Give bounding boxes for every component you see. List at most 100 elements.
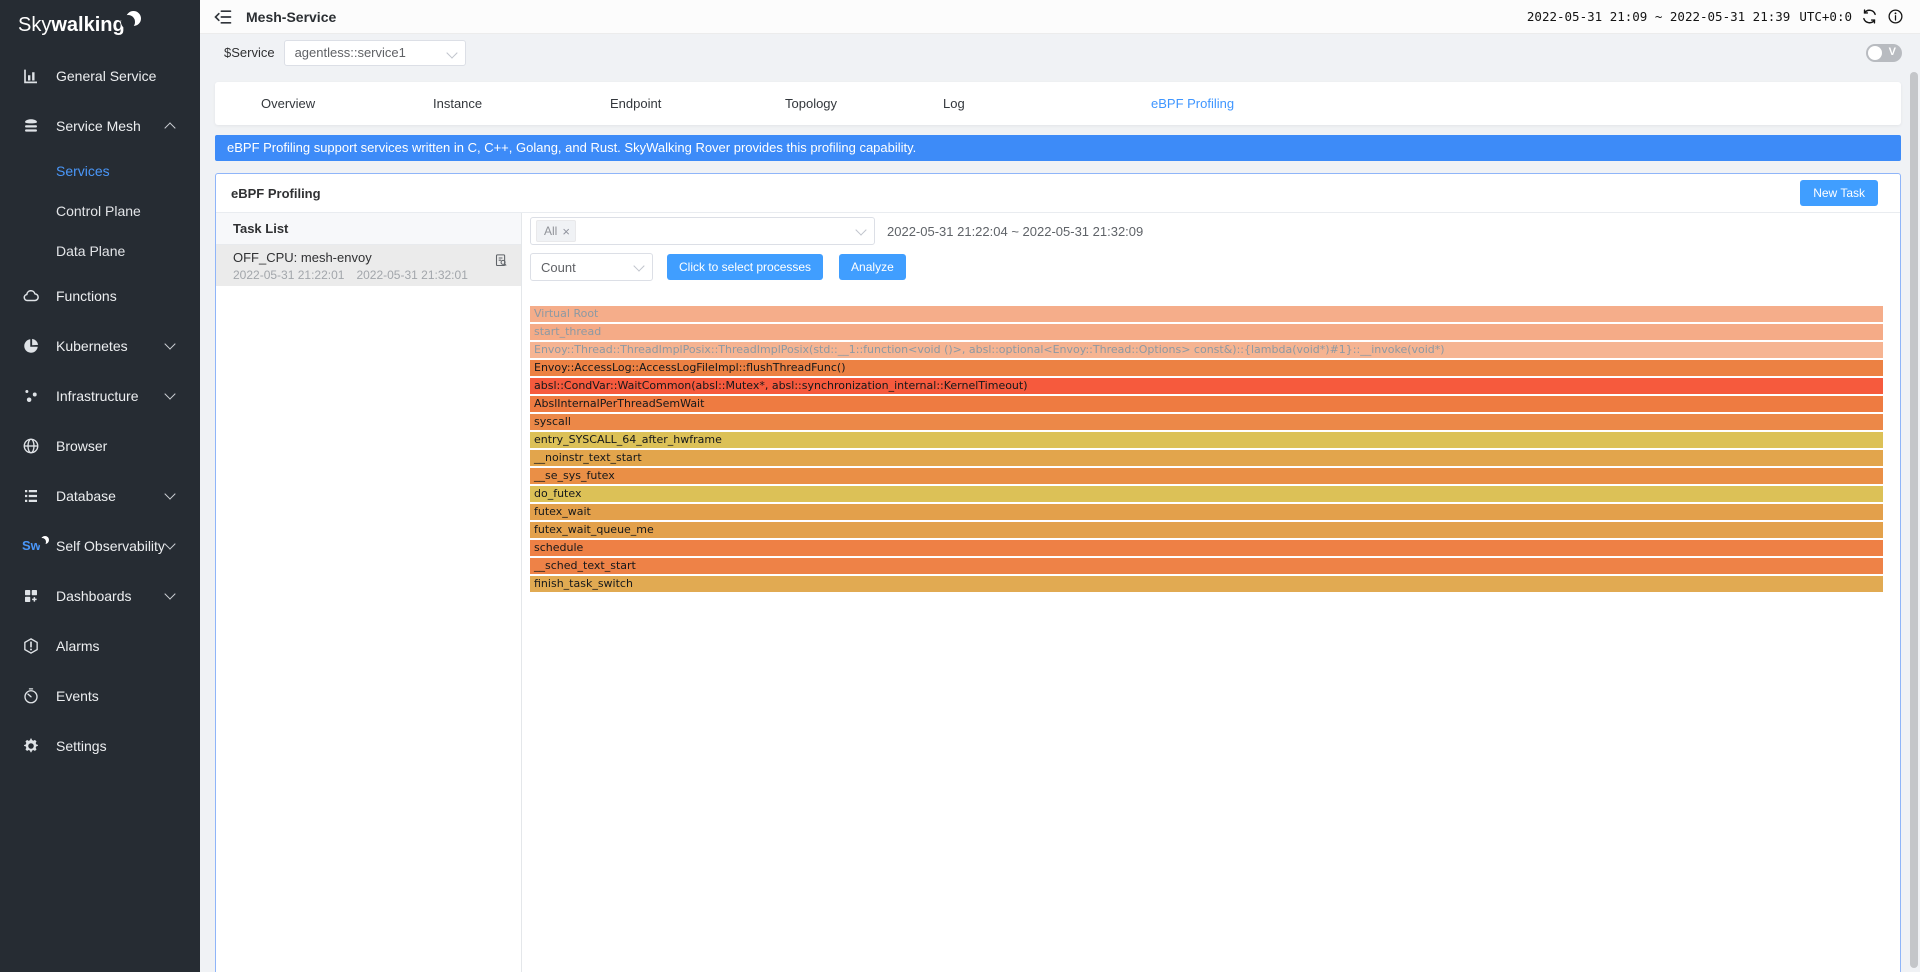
flame-frame-envoy-thread-threadimplposix-threadimplp[interactable]: Envoy::Thread::ThreadImplPosix::ThreadIm… (530, 342, 1883, 358)
alert-hexagon-icon (22, 637, 40, 655)
skywalking-app: Skywalking General Service Service Mesh Se… (0, 0, 1920, 972)
flame-frame-finish-task-switch[interactable]: finish_task_switch (530, 576, 1883, 592)
sidebar-item-label: Events (56, 688, 99, 704)
sidebar-item-kubernetes[interactable]: Kubernetes (0, 321, 200, 371)
analysis-panel: All × 2022-05-31 21:22:04 ~ 2022-05-31 2… (522, 213, 1900, 972)
sidebar-item-browser[interactable]: Browser (0, 421, 200, 471)
new-task-button[interactable]: New Task (1800, 180, 1878, 206)
scrollbar-thumb[interactable] (1910, 72, 1918, 968)
chevron-down-icon (855, 224, 866, 235)
sidebar-item-functions[interactable]: Functions (0, 271, 200, 321)
sidebar-item-label: Functions (56, 288, 117, 304)
sidebar: Skywalking General Service Service Mesh Se… (0, 0, 200, 972)
sidebar-item-control-plane[interactable]: Control Plane (0, 191, 200, 231)
flame-frame-virtual-root[interactable]: Virtual Root (530, 306, 1883, 322)
flame-frame-schedule[interactable]: schedule (530, 540, 1883, 556)
sidebar-item-services[interactable]: Services (0, 151, 200, 191)
chevron-down-icon (164, 588, 175, 599)
flame-frame-noinstr-text-start[interactable]: __noinstr_text_start (530, 450, 1883, 466)
service-bar: $Service agentless::service1 V (200, 35, 1920, 70)
tab-log[interactable]: Log (943, 82, 965, 125)
sidebar-item-label: Settings (56, 738, 107, 754)
aggregation-select-value: Count (541, 260, 576, 275)
analyze-button[interactable]: Analyze (839, 254, 906, 280)
sidebar-item-settings[interactable]: Settings (0, 721, 200, 771)
task-times: 2022-05-31 21:22:012022-05-31 21:32:01 (233, 268, 509, 282)
process-filter-select[interactable]: All × (530, 217, 875, 245)
refresh-icon[interactable] (1861, 8, 1878, 25)
page-scrollbar (1910, 72, 1918, 968)
sidebar-item-service-mesh[interactable]: Service Mesh (0, 101, 200, 151)
task-list-panel: Task List OFF_CPU: mesh-envoy2022-05-31 … (216, 213, 522, 972)
flame-frame-do-futex[interactable]: do_futex (530, 486, 1883, 502)
sidebar-menu: General Service Service Mesh Services Contr… (0, 51, 200, 771)
flame-frame-sched-text-start[interactable]: __sched_text_start (530, 558, 1883, 574)
gear-icon (22, 737, 40, 755)
tag-label: All (544, 224, 557, 238)
sidebar-item-general-service[interactable]: General Service (0, 51, 200, 101)
process-filter-tag: All × (536, 220, 576, 242)
tag-close-icon[interactable]: × (562, 225, 570, 238)
flame-frame-syscall[interactable]: syscall (530, 414, 1883, 430)
ebpf-info-banner: eBPF Profiling support services written … (215, 135, 1901, 161)
tab-overview[interactable]: Overview (261, 82, 315, 125)
flame-frame-envoy-accesslog-accesslogfileimpl-flusht[interactable]: Envoy::AccessLog::AccessLogFileImpl::flu… (530, 360, 1883, 376)
grid-plus-icon (22, 587, 40, 605)
top-header: Mesh-Service 2022-05-31 21:09 ~ 2022-05-… (200, 0, 1920, 34)
service-select[interactable]: agentless::service1 (284, 40, 466, 66)
sidebar-item-label: Database (56, 488, 116, 504)
chevron-down-icon (164, 488, 175, 499)
version-toggle[interactable]: V (1866, 44, 1902, 62)
sidebar-item-label: Control Plane (56, 203, 141, 219)
tab-instance[interactable]: Instance (433, 82, 482, 125)
task-item[interactable]: OFF_CPU: mesh-envoy2022-05-31 21:22:0120… (216, 245, 521, 286)
chevron-down-icon (164, 538, 175, 549)
sidebar-item-dashboards[interactable]: Dashboards (0, 571, 200, 621)
header-right-group: 2022-05-31 21:09 ~ 2022-05-31 21:39 UTC+… (1527, 8, 1904, 25)
toggle-knob (1868, 46, 1882, 60)
sidebar-item-database[interactable]: Database (0, 471, 200, 521)
sidebar-item-self-observability[interactable]: SwSelf Observability (0, 521, 200, 571)
tab-endpoint[interactable]: Endpoint (610, 82, 661, 125)
sw-logo-icon: Sw (22, 537, 40, 555)
cloud-icon (22, 287, 40, 305)
flame-frame-start-thread[interactable]: start_thread (530, 324, 1883, 340)
list-icon (22, 487, 40, 505)
service-select-value: agentless::service1 (295, 45, 406, 60)
sidebar-item-label: Data Plane (56, 243, 125, 259)
flame-frame-absl-condvar-waitcommon-absl-mutex-absl-[interactable]: absl::CondVar::WaitCommon(absl::Mutex*, … (530, 378, 1883, 394)
tab-ebpf-profiling[interactable]: eBPF Profiling (1151, 82, 1234, 125)
sidebar-item-events[interactable]: Events (0, 671, 200, 721)
timezone-text[interactable]: UTC+0:0 (1799, 9, 1852, 24)
sidebar-item-label: Services (56, 163, 110, 179)
sidebar-item-data-plane[interactable]: Data Plane (0, 231, 200, 271)
panel-title: eBPF Profiling (231, 186, 321, 201)
flame-frame-futex-wait-queue-me[interactable]: futex_wait_queue_me (530, 522, 1883, 538)
select-processes-button[interactable]: Click to select processes (667, 254, 823, 280)
sidebar-item-label: Infrastructure (56, 388, 138, 404)
flame-frame-abslinternalperthreadsemwait[interactable]: AbslInternalPerThreadSemWait (530, 396, 1883, 412)
toggle-label: V (1889, 46, 1896, 58)
sidebar-item-infrastructure[interactable]: Infrastructure (0, 371, 200, 421)
tab-topology[interactable]: Topology (785, 82, 837, 125)
pie-icon (22, 337, 40, 355)
aggregation-select[interactable]: Count (530, 253, 653, 281)
logo-text-walking: walking (51, 13, 124, 37)
flame-frame-se-sys-futex[interactable]: __se_sys_futex (530, 468, 1883, 484)
panel-header: eBPF Profiling New Task (216, 174, 1900, 213)
sidebar-item-label: Alarms (56, 638, 100, 654)
sidebar-item-alarms[interactable]: Alarms (0, 621, 200, 671)
skywalking-logo: Skywalking (0, 0, 200, 37)
ebpf-profiling-panel: eBPF Profiling New Task Task List OFF_CP… (215, 173, 1901, 972)
main-content: Overview Instance Endpoint Topology Log eBPF … (200, 70, 1920, 972)
time-range-text[interactable]: 2022-05-31 21:09 ~ 2022-05-31 21:39 (1527, 9, 1790, 24)
chevron-down-icon (633, 260, 644, 271)
task-list: OFF_CPU: mesh-envoy2022-05-31 21:22:0120… (216, 245, 521, 286)
flame-frame-futex-wait[interactable]: futex_wait (530, 504, 1883, 520)
flame-frame-entry-syscall-64-after-hwframe[interactable]: entry_SYSCALL_64_after_hwframe (530, 432, 1883, 448)
menu-fold-icon[interactable] (213, 7, 233, 27)
task-detail-icon[interactable] (494, 253, 509, 268)
task-time-range: 2022-05-31 21:22:04 ~ 2022-05-31 21:32:0… (887, 224, 1143, 239)
info-icon[interactable] (1887, 8, 1904, 25)
sidebar-item-label: General Service (56, 68, 156, 84)
